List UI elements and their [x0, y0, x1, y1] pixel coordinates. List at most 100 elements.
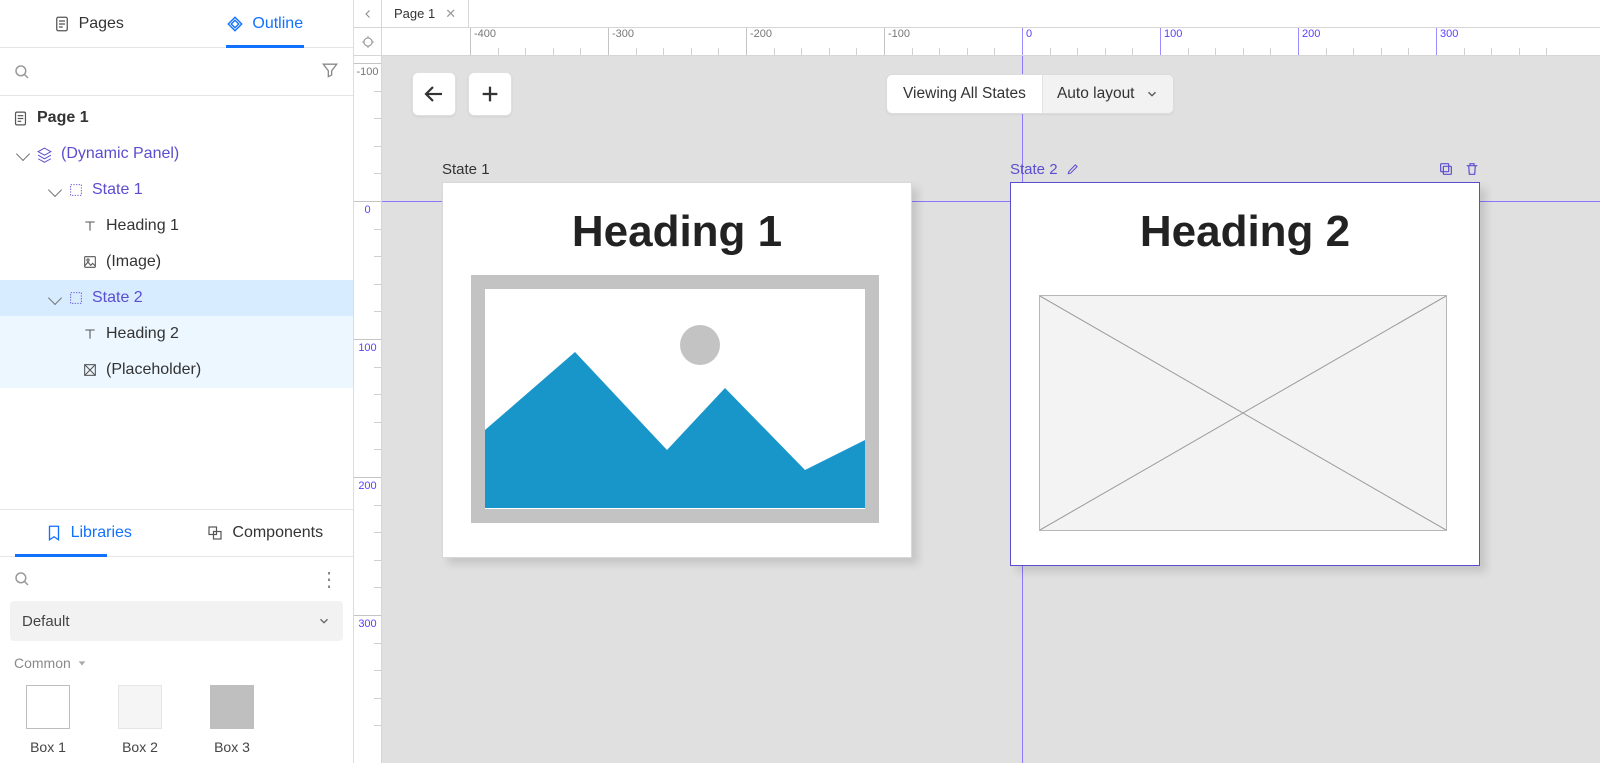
ruler-horizontal[interactable]: -400-300-200-1000100200300	[382, 28, 1600, 56]
lib-item-box1[interactable]: Box 1	[26, 685, 70, 755]
box-icon	[26, 685, 70, 729]
tree-image[interactable]: (Image)	[0, 244, 353, 280]
tab-pages-label: Pages	[79, 15, 124, 33]
state-2-body[interactable]: Heading 2	[1010, 182, 1480, 566]
add-button[interactable]	[468, 72, 512, 116]
library-select-label: Default	[22, 613, 70, 630]
page-tab-corner[interactable]	[354, 0, 382, 27]
state-1-label: State 1	[442, 161, 490, 178]
chevron-left-icon	[362, 8, 374, 20]
duplicate-icon[interactable]	[1438, 161, 1454, 177]
tree-page-label: Page 1	[37, 109, 89, 127]
lib-item-box3[interactable]: Box 3	[210, 685, 254, 755]
canvas-inner[interactable]: Viewing All States Auto layout State 1 H…	[382, 56, 1600, 763]
tab-outline-label: Outline	[252, 15, 303, 33]
lib-item-label: Box 3	[214, 739, 250, 755]
triangle-down-icon	[77, 658, 87, 668]
image-placeholder-icon	[485, 289, 865, 509]
outline-tree: Page 1 (Dynamic Panel) State 1 Heading 1…	[0, 96, 353, 509]
outline-search-row	[0, 48, 353, 96]
tree-placeholder[interactable]: (Placeholder)	[0, 352, 353, 388]
tab-libraries[interactable]: Libraries	[0, 510, 177, 556]
tree-placeholder-label: (Placeholder)	[106, 361, 201, 379]
page-tab[interactable]: Page 1 ✕	[382, 0, 469, 27]
tree-heading2[interactable]: Heading 2	[0, 316, 353, 352]
trash-icon[interactable]	[1464, 161, 1480, 177]
state-2-label: State 2	[1010, 161, 1058, 178]
canvas-toolbar	[412, 72, 512, 116]
tree-state1[interactable]: State 1	[0, 172, 353, 208]
edit-icon[interactable]	[1066, 162, 1080, 176]
tab-pages[interactable]: Pages	[0, 0, 177, 47]
state-2[interactable]: State 2 Heading 2	[1010, 156, 1480, 566]
search-icon[interactable]	[13, 570, 31, 588]
caret-icon	[48, 183, 62, 197]
text-icon	[82, 218, 98, 234]
placeholder-icon	[82, 362, 98, 378]
tree-heading2-label: Heading 2	[106, 325, 179, 343]
outline-icon	[226, 15, 244, 33]
lib-item-label: Box 1	[30, 739, 66, 755]
lib-item-box2[interactable]: Box 2	[118, 685, 162, 755]
more-icon[interactable]: ⋮	[319, 567, 340, 592]
library-tabs: Libraries Components	[0, 509, 353, 557]
caret-icon	[48, 291, 62, 305]
placeholder-x-icon	[1040, 296, 1446, 530]
tab-components-label: Components	[232, 524, 323, 542]
back-button[interactable]	[412, 72, 456, 116]
chevron-down-icon	[1145, 87, 1159, 101]
panel-tabs: Pages Outline	[0, 0, 353, 48]
components-icon	[206, 524, 224, 542]
tree-image-label: (Image)	[106, 253, 161, 271]
close-icon[interactable]: ✕	[445, 6, 456, 22]
state-icon	[68, 290, 84, 306]
layout-dropdown[interactable]: Auto layout	[1042, 75, 1173, 113]
box-icon	[210, 685, 254, 729]
tree-state2-label: State 2	[92, 289, 143, 307]
tree-dynamic-panel[interactable]: (Dynamic Panel)	[0, 136, 353, 172]
library-group[interactable]: Common	[0, 649, 353, 677]
ruler-vertical[interactable]: -1000100200300	[354, 56, 382, 763]
filter-icon[interactable]	[320, 60, 340, 83]
page-tab-label: Page 1	[394, 6, 435, 21]
placeholder-widget[interactable]	[1039, 295, 1447, 531]
layout-label: Auto layout	[1057, 85, 1135, 103]
state-1-heading[interactable]: Heading 1	[471, 207, 883, 257]
lib-item-label: Box 2	[122, 739, 158, 755]
tree-heading1[interactable]: Heading 1	[0, 208, 353, 244]
state-1-header[interactable]: State 1	[442, 156, 912, 182]
tree-state1-label: State 1	[92, 181, 143, 199]
library-group-label: Common	[14, 655, 71, 671]
state-2-heading[interactable]: Heading 2	[1039, 207, 1451, 257]
page-icon	[53, 15, 71, 33]
page-icon	[12, 110, 29, 127]
bookmark-icon	[45, 524, 63, 542]
state-1[interactable]: State 1 Heading 1	[442, 156, 912, 558]
image-widget[interactable]	[471, 275, 879, 523]
library-items: Box 1 Box 2 Box 3	[0, 677, 353, 763]
text-icon	[82, 326, 98, 342]
chevron-down-icon	[317, 614, 331, 628]
library-search-row: ⋮	[0, 557, 353, 601]
tree-dp-label: (Dynamic Panel)	[61, 145, 179, 163]
target-icon	[361, 35, 375, 49]
layers-icon	[36, 146, 53, 163]
image-icon	[82, 254, 98, 270]
state-1-body[interactable]: Heading 1	[442, 182, 912, 558]
search-icon[interactable]	[13, 63, 31, 81]
tree-page[interactable]: Page 1	[0, 100, 353, 136]
tree-heading1-label: Heading 1	[106, 217, 179, 235]
plus-icon	[479, 83, 501, 105]
caret-icon	[16, 147, 30, 161]
state-2-actions	[1438, 161, 1480, 177]
tree-state2[interactable]: State 2	[0, 280, 353, 316]
ruler-corner[interactable]	[354, 28, 382, 56]
tab-outline[interactable]: Outline	[177, 0, 354, 47]
tab-components[interactable]: Components	[177, 510, 354, 556]
state-view-bar: Viewing All States Auto layout	[886, 74, 1174, 114]
viewing-label: Viewing All States	[887, 85, 1042, 103]
state-2-header[interactable]: State 2	[1010, 156, 1480, 182]
state-icon	[68, 182, 84, 198]
library-select[interactable]: Default	[10, 601, 343, 641]
image-inner	[485, 289, 865, 509]
